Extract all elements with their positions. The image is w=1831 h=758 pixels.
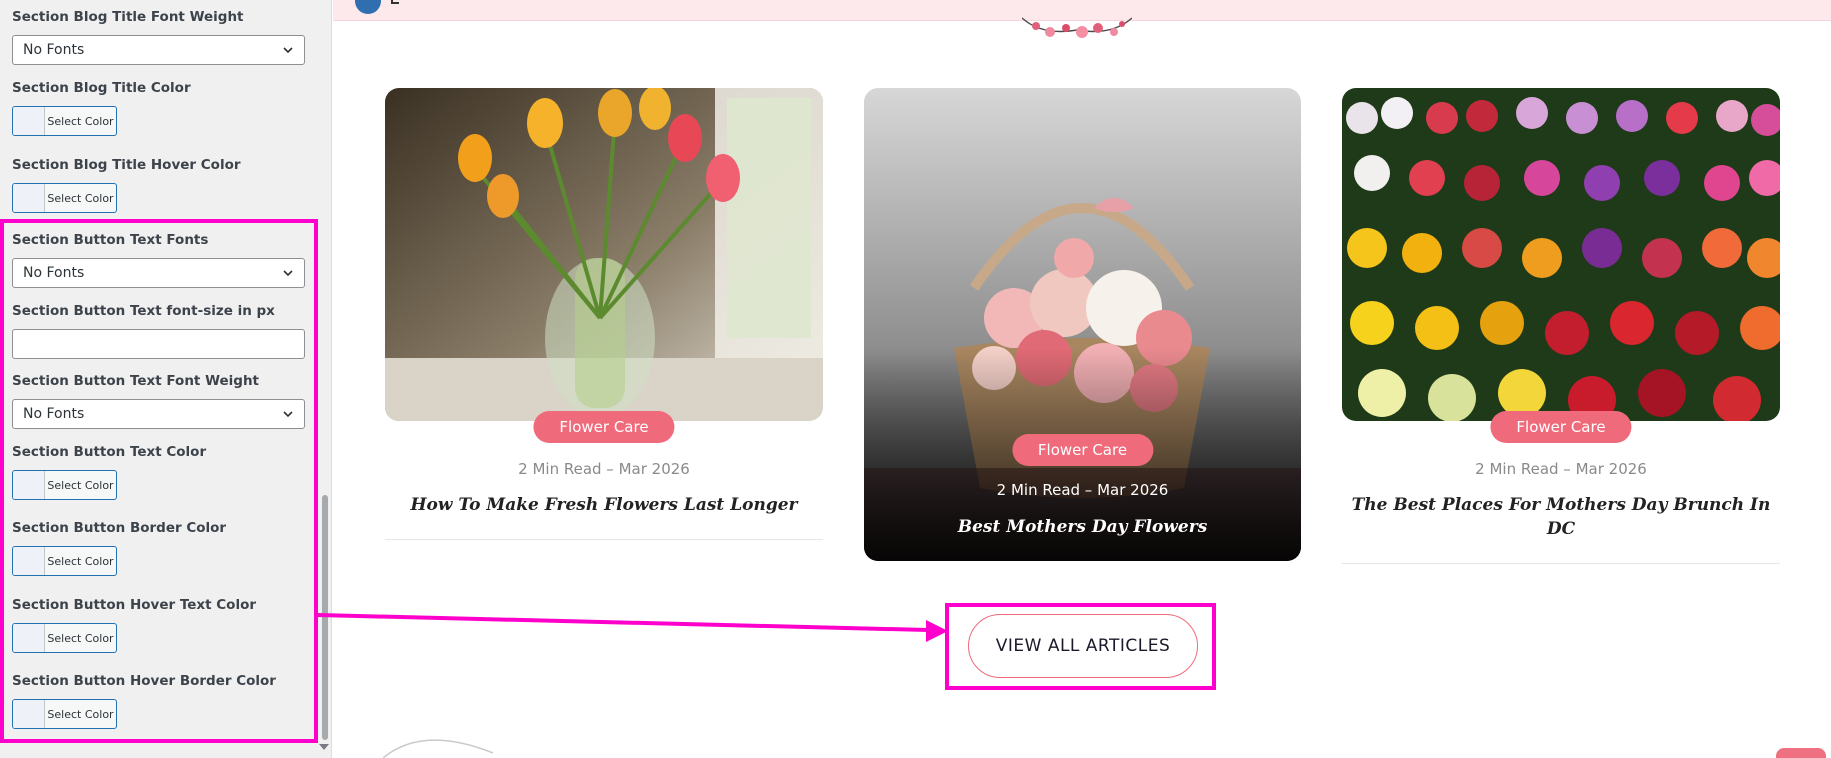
pointer-arrow-icon: [317, 613, 948, 642]
